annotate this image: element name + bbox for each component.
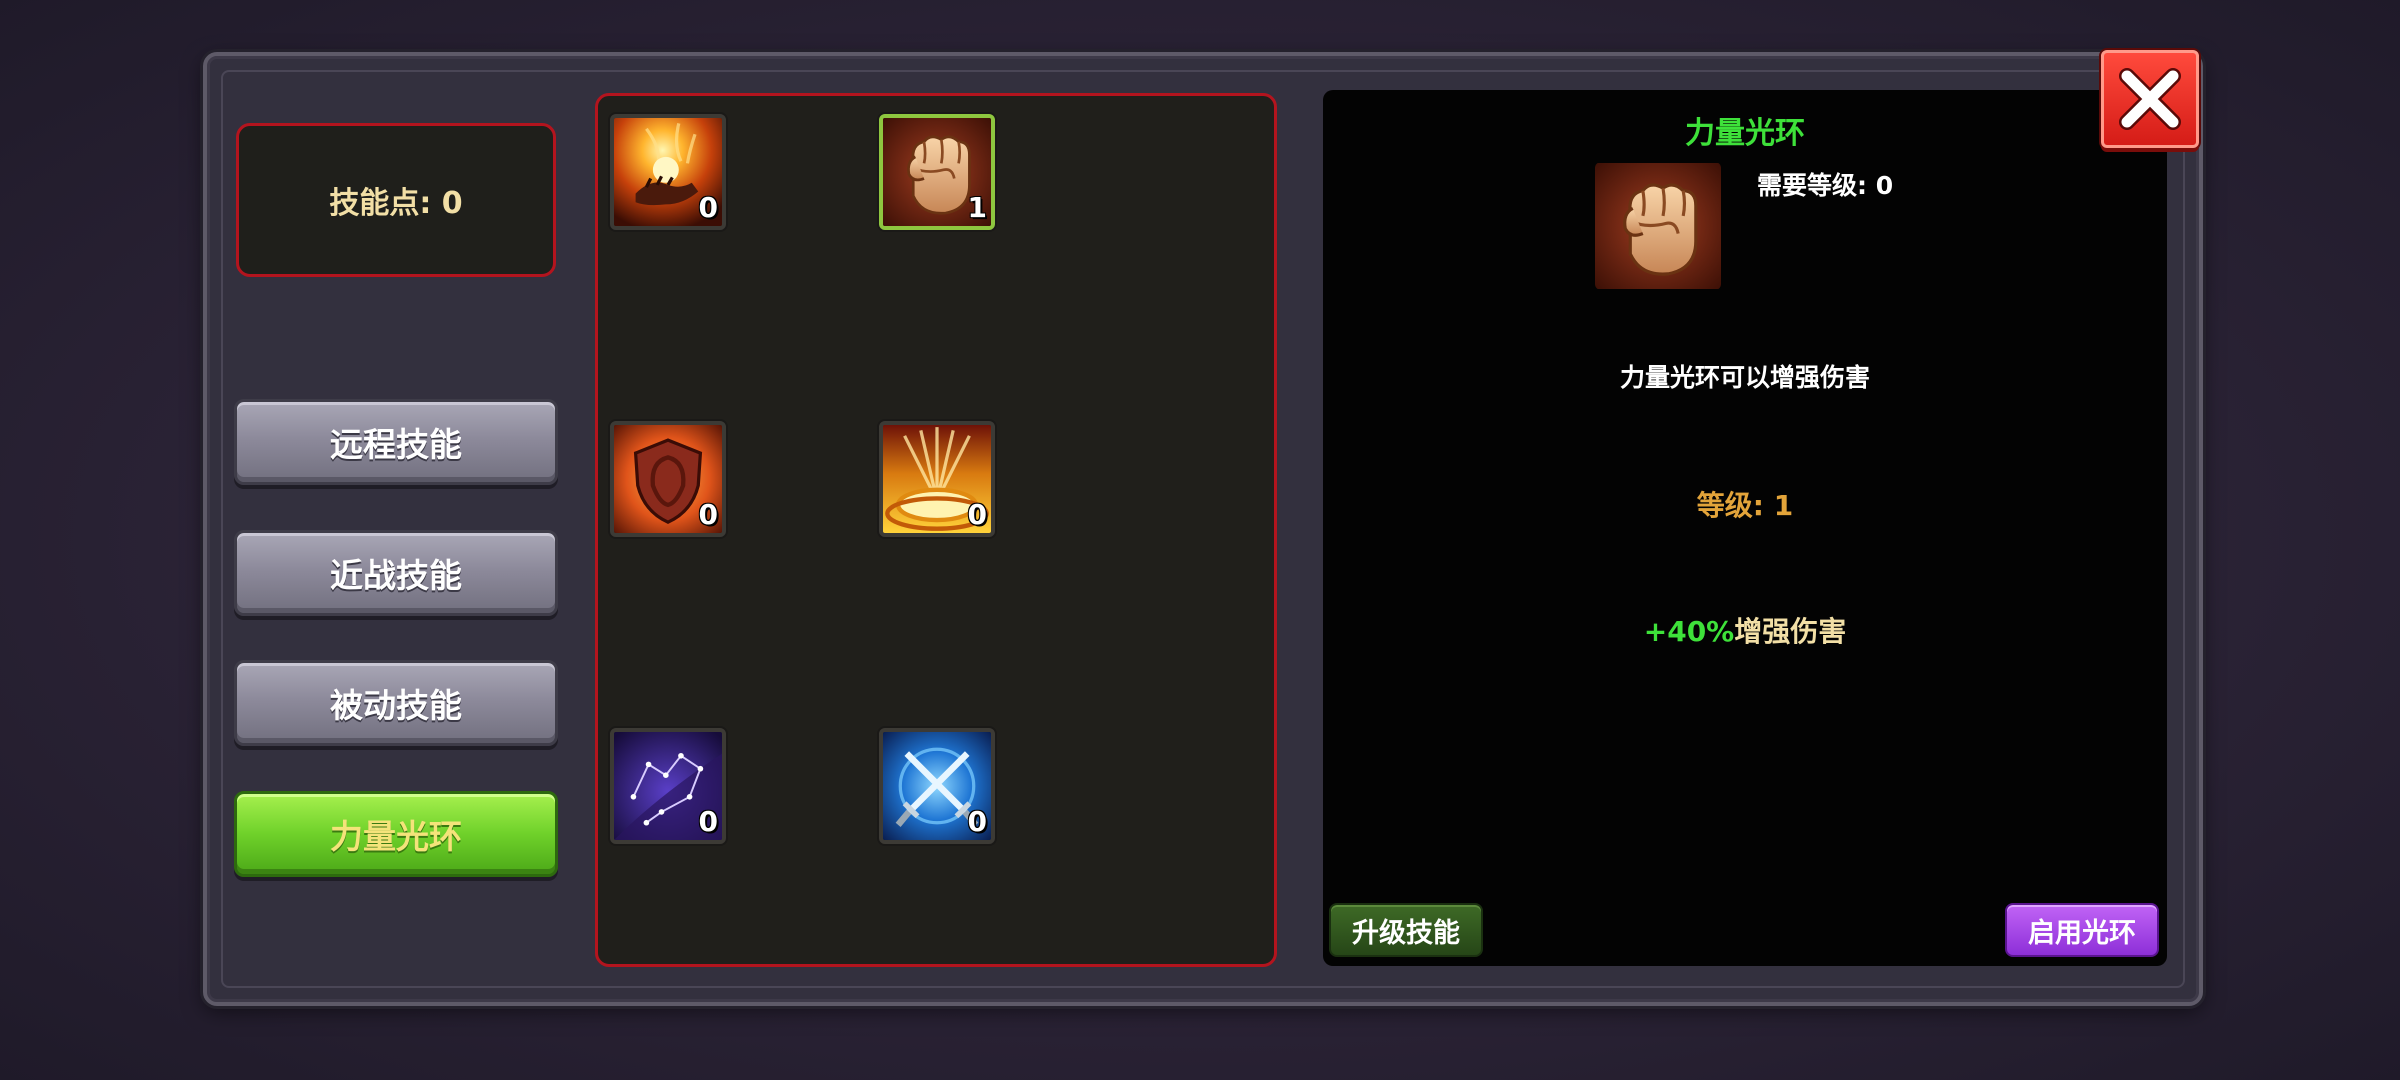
skill-points-box: 技能点: 0 <box>236 123 556 277</box>
skill-level: 0 <box>698 805 718 838</box>
skill-level: 0 <box>967 498 987 531</box>
skill-current-level: 等级: 1 <box>1696 489 1794 522</box>
skill-slot-fist[interactable]: 1 <box>879 114 995 230</box>
skill-slot-constellation[interactable]: 0 <box>610 728 726 844</box>
skill-points-label: 技能点: 0 <box>329 186 463 221</box>
close-icon <box>2119 68 2181 130</box>
fist-icon <box>1595 162 1721 290</box>
required-level: 需要等级: 0 <box>1757 171 1894 200</box>
skill-description: 力量光环可以增强伤害 <box>1619 363 1870 392</box>
skill-slot-fire-hand[interactable]: 0 <box>610 114 726 230</box>
skill-level: 0 <box>698 498 718 531</box>
skill-level: 0 <box>967 805 987 838</box>
skill-slot-crossed-swords[interactable]: 0 <box>879 728 995 844</box>
skill-level: 0 <box>698 191 718 224</box>
skill-slot-shield[interactable]: 0 <box>610 421 726 537</box>
skill-detail-icon <box>1595 162 1721 290</box>
skill-effect-text: 增强伤害 <box>1734 615 1847 648</box>
skill-level: 1 <box>967 191 987 224</box>
skill-grid: 0 1 0 0 0 0 <box>595 93 1277 967</box>
skill-detail-panel: 力量光环 需要等级: 0 力量光环可以增强伤害 等级: 1 +40%增强伤害 升… <box>1323 90 2167 966</box>
tab-melee-skills[interactable]: 近战技能 <box>234 530 558 616</box>
activate-aura-button[interactable]: 启用光环 <box>2005 903 2159 957</box>
skill-effect: +40%增强伤害 <box>1323 610 2167 650</box>
tab-passive-skills[interactable]: 被动技能 <box>234 660 558 746</box>
skill-effect-value: +40% <box>1643 615 1735 648</box>
upgrade-skill-button[interactable]: 升级技能 <box>1329 903 1483 957</box>
skill-slot-golden-burst[interactable]: 0 <box>879 421 995 537</box>
close-button[interactable] <box>2101 50 2199 148</box>
tab-power-aura[interactable]: 力量光环 <box>234 791 558 877</box>
skill-detail-title: 力量光环 <box>1685 116 1805 151</box>
tab-ranged-skills[interactable]: 远程技能 <box>234 399 558 485</box>
